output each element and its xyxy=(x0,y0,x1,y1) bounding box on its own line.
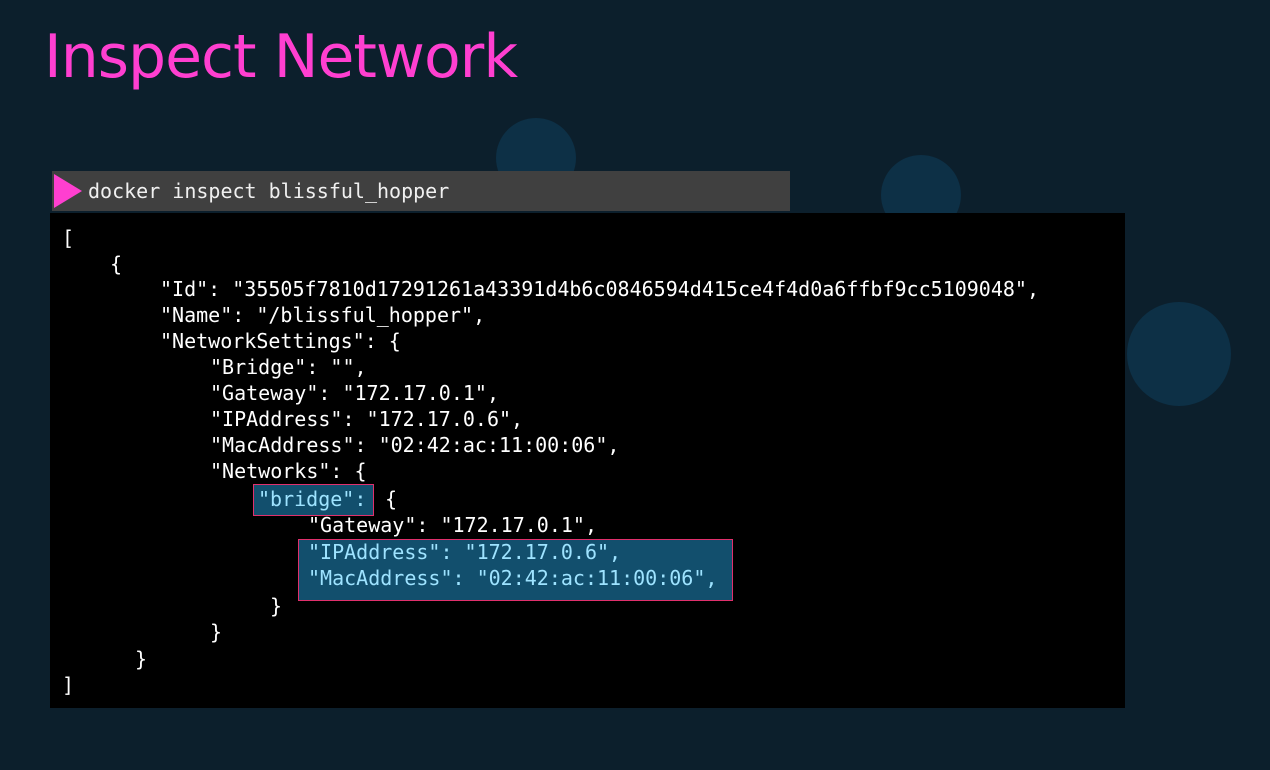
command-bar: docker inspect blissful_hopper xyxy=(52,171,790,211)
output-line: ] xyxy=(62,673,75,697)
output-line: "Networks": { xyxy=(210,459,367,483)
decorative-circle xyxy=(1127,302,1231,406)
output-line: } xyxy=(210,620,223,644)
output-line: "Name": "/blissful_hopper", xyxy=(160,303,486,327)
output-line: "Gateway": "172.17.0.1", xyxy=(308,513,597,537)
slide-title: Inspect Network xyxy=(44,22,518,92)
macaddress-line: "MacAddress": "02:42:ac:11:00:06", xyxy=(308,566,718,590)
output-line: "Bridge": "", xyxy=(210,355,367,379)
output-line: "NetworkSettings": { xyxy=(160,329,401,353)
output-line: "Id": "35505f7810d17291261a43391d4b6c084… xyxy=(160,277,1039,301)
bridge-key: "bridge": xyxy=(258,487,367,511)
output-line: { xyxy=(373,487,398,511)
prompt-arrow-icon xyxy=(54,174,82,208)
output-line: "IPAddress": "172.17.0.6", xyxy=(210,407,524,431)
output-line: } xyxy=(135,647,148,671)
output-line: "Gateway": "172.17.0.1", xyxy=(210,381,499,405)
output-line: { xyxy=(110,252,123,276)
command-text: docker inspect blissful_hopper xyxy=(88,179,450,203)
output-line: [ xyxy=(62,226,75,250)
terminal-output: [ { "Id": "35505f7810d17291261a43391d4b6… xyxy=(50,213,1125,708)
output-line: "MacAddress": "02:42:ac:11:00:06", xyxy=(210,433,620,457)
ipaddress-line: "IPAddress": "172.17.0.6", xyxy=(308,540,622,564)
output-line: } xyxy=(270,594,283,618)
